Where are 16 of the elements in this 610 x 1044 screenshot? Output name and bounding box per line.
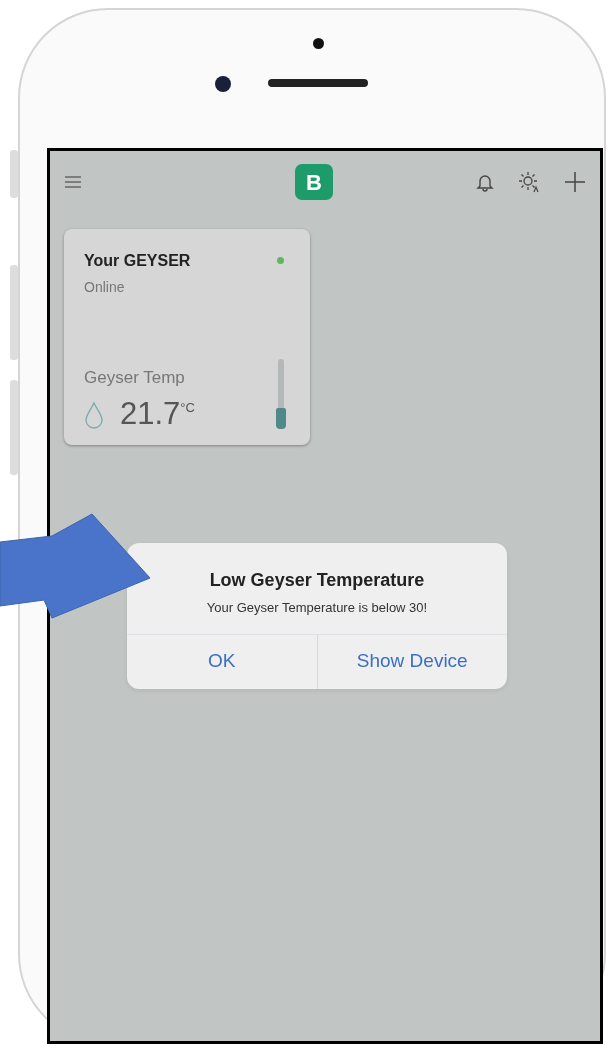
ok-button[interactable]: OK bbox=[127, 634, 317, 689]
droplet-icon[interactable] bbox=[84, 401, 104, 429]
temperature-unit: °C bbox=[180, 399, 195, 417]
alert-message: Your Geyser Temperature is below 30! bbox=[205, 599, 429, 617]
alert-title: Low Geyser Temperature bbox=[208, 569, 426, 592]
device-name: Your GEYSER bbox=[84, 251, 191, 271]
sensor-dot bbox=[313, 38, 324, 49]
status-text: Online bbox=[84, 278, 126, 297]
app-logo: B bbox=[295, 164, 333, 200]
menu-icon[interactable] bbox=[64, 176, 82, 188]
show-device-button[interactable]: Show Device bbox=[316, 634, 507, 689]
sun-icon[interactable] bbox=[518, 171, 540, 193]
plus-icon[interactable] bbox=[564, 171, 586, 193]
sensor-label: Geyser Temp bbox=[84, 366, 186, 389]
bell-icon[interactable] bbox=[476, 172, 494, 192]
temperature-value: 21.7 bbox=[120, 398, 181, 429]
